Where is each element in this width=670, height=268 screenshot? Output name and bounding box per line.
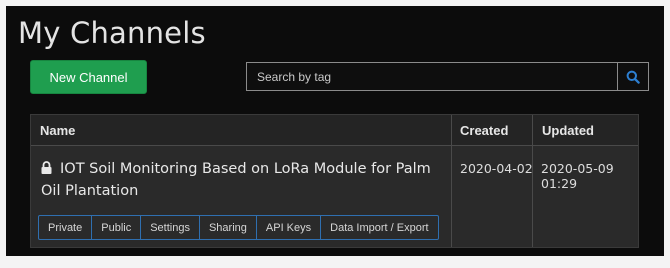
public-button[interactable]: Public [91, 216, 140, 239]
api-keys-button[interactable]: API Keys [255, 216, 320, 239]
search-input[interactable]: Search by tag [246, 62, 618, 91]
search-icon [626, 70, 640, 84]
page-title: My Channels [18, 16, 206, 50]
private-button[interactable]: Private [39, 216, 91, 239]
column-divider [532, 115, 533, 247]
channel-action-buttons: Private Public Settings Sharing API Keys… [38, 215, 439, 240]
sharing-button[interactable]: Sharing [198, 216, 256, 239]
header-divider [31, 145, 638, 146]
column-header-updated: Updated [533, 115, 638, 145]
channels-panel: My Channels New Channel Search by tag Na… [6, 6, 664, 256]
search-button[interactable] [618, 62, 649, 91]
settings-button[interactable]: Settings [140, 216, 199, 239]
column-divider [451, 115, 452, 247]
column-header-name: Name [31, 115, 451, 145]
channel-name-text[interactable]: IOT Soil Monitoring Based on LoRa Module… [41, 161, 431, 199]
lock-icon [41, 160, 52, 181]
created-date: 2020-04-02 [460, 161, 533, 176]
channel-name[interactable]: IOT Soil Monitoring Based on LoRa Module… [41, 159, 437, 202]
new-channel-button[interactable]: New Channel [30, 60, 147, 94]
data-import-export-button[interactable]: Data Import / Export [320, 216, 437, 239]
updated-date: 2020-05-09 01:29 [541, 161, 614, 191]
channels-table: Name Created Updated IOT Soil Monitoring… [30, 114, 639, 248]
column-header-created: Created [452, 115, 532, 145]
